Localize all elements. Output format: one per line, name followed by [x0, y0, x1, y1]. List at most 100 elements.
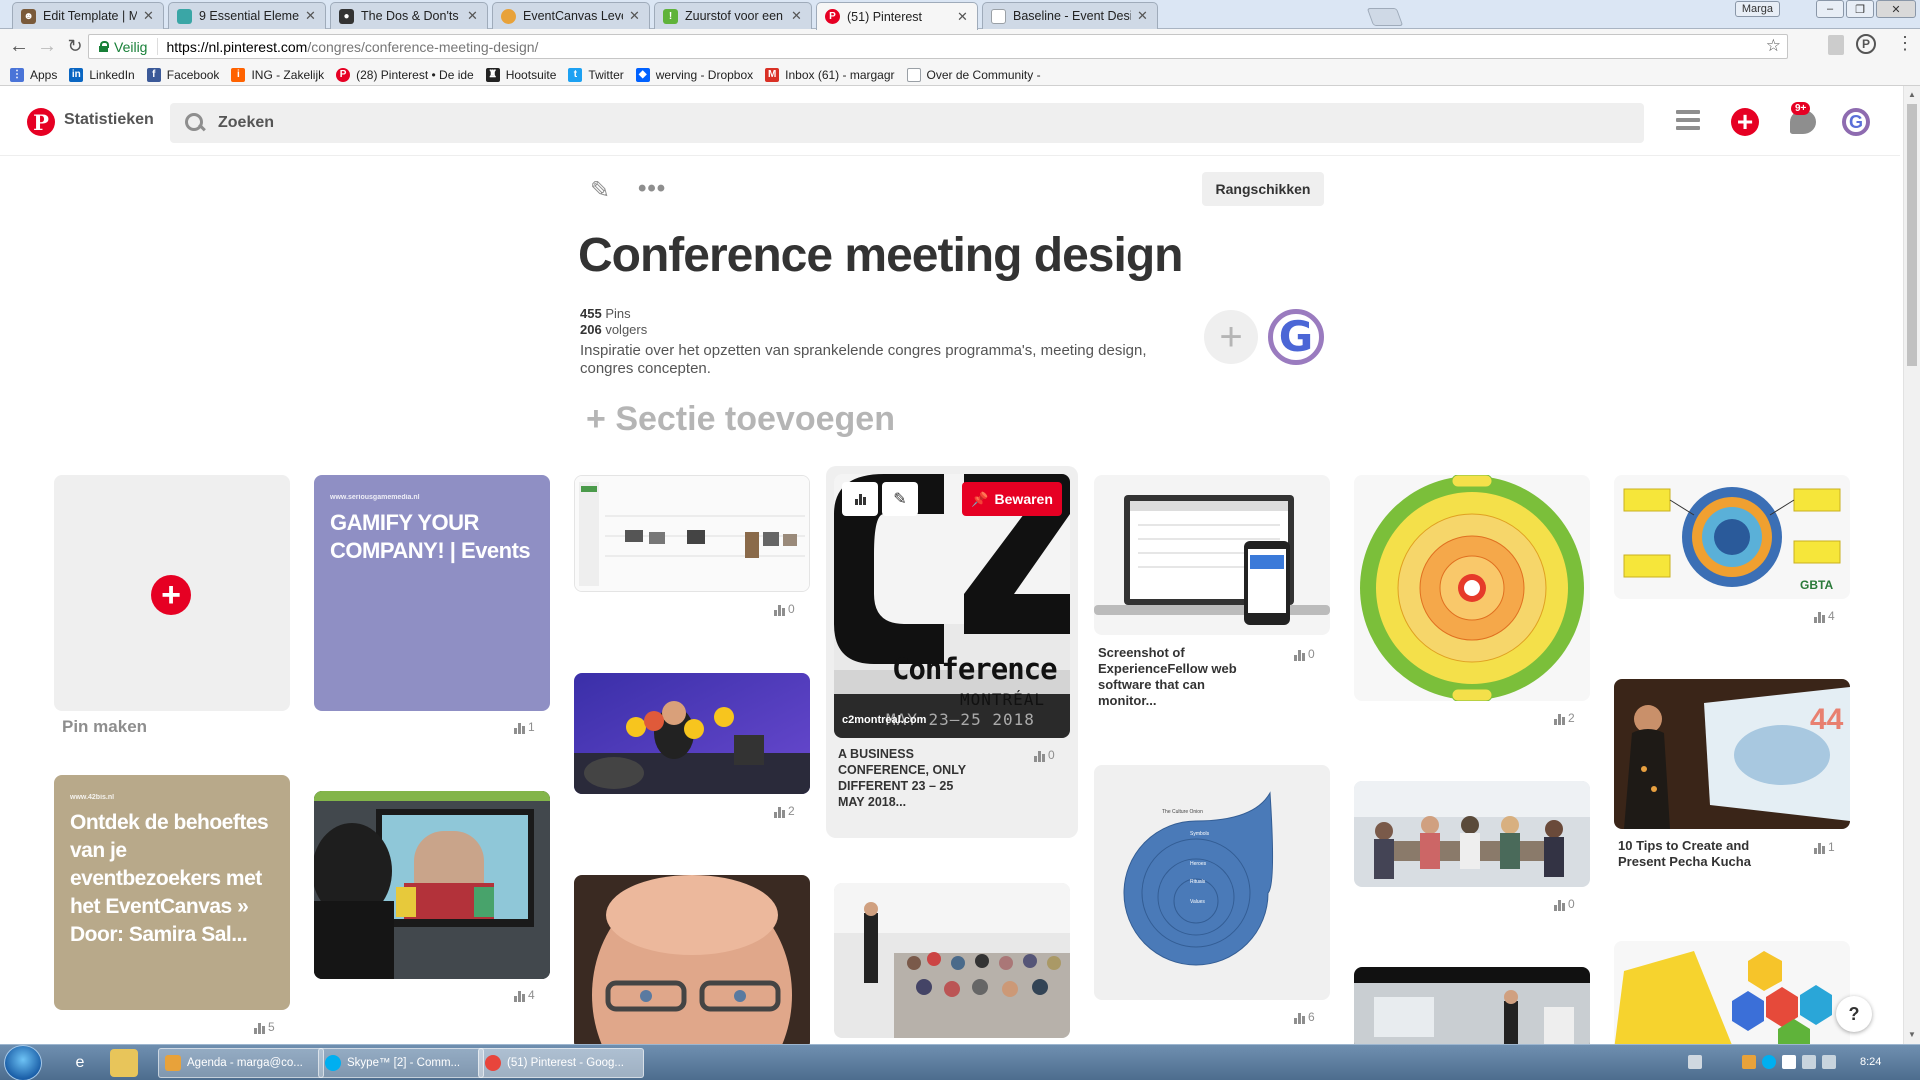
pin-design-wheel[interactable] — [1354, 475, 1590, 701]
internet-explorer-icon[interactable]: e — [66, 1049, 94, 1077]
close-icon[interactable]: ✕ — [957, 9, 969, 25]
address-bar[interactable]: Veilig https://nl.pinterest.com/congres/… — [88, 34, 1788, 59]
pin-edit-button[interactable]: ✎ — [882, 482, 918, 516]
arrange-button[interactable]: Rangschikken — [1202, 172, 1324, 206]
close-icon[interactable]: ✕ — [467, 8, 479, 24]
tray-volume-icon[interactable] — [1822, 1055, 1836, 1069]
pin-emoji-photo[interactable] — [574, 673, 810, 794]
bookmark-community[interactable]: Over de Community - — [906, 67, 1041, 82]
back-icon[interactable]: ← — [6, 34, 32, 60]
followers-count[interactable]: 206 volgers — [580, 322, 647, 337]
green-icon: ! — [663, 8, 678, 24]
save-button[interactable]: 📌 Bewaren — [962, 482, 1062, 516]
tray-skype-icon[interactable] — [1762, 1055, 1776, 1069]
pin-image — [834, 883, 1070, 1038]
pin-image — [574, 875, 810, 1050]
taskbar-task-skype[interactable]: Skype™ [2] - Comm... — [318, 1048, 484, 1078]
bookmark-facebook[interactable]: f Facebook — [146, 67, 219, 82]
chrome-menu-icon[interactable]: ⋮ — [1896, 33, 1914, 54]
pinterest-logo-icon[interactable]: P — [27, 108, 55, 136]
start-button[interactable] — [4, 1045, 42, 1080]
close-icon[interactable]: ✕ — [143, 8, 155, 24]
pins-count-value: 455 — [580, 306, 602, 321]
pin-office-photo[interactable] — [1354, 967, 1590, 1050]
pin-eventcanvas[interactable]: www.42bis.nl Ontdek de behoeftes van je … — [54, 775, 290, 1010]
security-indicator[interactable]: Veilig — [89, 38, 159, 55]
pin-pecha-kucha[interactable]: 44 — [1614, 679, 1850, 829]
taskbar-clock[interactable]: 8:24 — [1860, 1056, 1881, 1068]
close-icon[interactable]: ✕ — [305, 8, 317, 24]
forward-icon[interactable]: → — [34, 34, 60, 60]
close-window-button[interactable]: ✕ — [1876, 0, 1916, 18]
edit-board-icon[interactable]: ✎ — [590, 176, 610, 205]
bookmark-gmail[interactable]: M Inbox (61) - margagr — [765, 67, 895, 82]
bookmark-linkedin[interactable]: in LinkedIn — [69, 67, 135, 82]
tray-flag-icon[interactable] — [1782, 1055, 1796, 1069]
secure-label: Veilig — [114, 38, 148, 55]
add-icon: + — [151, 575, 191, 615]
menu-icon[interactable] — [1676, 106, 1706, 136]
add-collaborator-button[interactable]: + — [1204, 310, 1258, 364]
pin-experiencefellow[interactable] — [1094, 475, 1330, 635]
pin-gamify[interactable]: www.seriousgamemedia.nl GAMIFY YOUR COMP… — [314, 475, 550, 711]
create-pin-label[interactable]: Pin maken — [62, 717, 147, 737]
pin-meeting-photo[interactable] — [1354, 781, 1590, 887]
profile-avatar[interactable]: G — [1842, 108, 1870, 136]
browser-tab[interactable]: Baseline - Event Design C ✕ — [982, 2, 1158, 29]
pin-portrait-photo[interactable] — [574, 875, 810, 1050]
bookmark-hootsuite[interactable]: ♜ Hootsuite — [485, 67, 556, 82]
tray-network-icon[interactable] — [1802, 1055, 1816, 1069]
browser-tab[interactable]: 9 Essential Elements of Cl ✕ — [168, 2, 326, 29]
bookmark-apps[interactable]: ⋮ Apps — [10, 67, 57, 82]
task-label: Agenda - marga@co... — [187, 1057, 303, 1069]
file-explorer-icon[interactable] — [110, 1049, 138, 1077]
scroll-thumb[interactable] — [1907, 104, 1917, 366]
close-icon[interactable]: ✕ — [629, 8, 641, 24]
search-placeholder: Zoeken — [218, 114, 275, 131]
statistics-link[interactable]: Statistieken — [64, 111, 154, 129]
tray-icon[interactable] — [1688, 1055, 1702, 1069]
browser-tab[interactable]: ☻ Edit Template | MailChimp ✕ — [12, 2, 164, 29]
close-icon[interactable]: ✕ — [791, 8, 803, 24]
create-pin-card[interactable]: + — [54, 475, 290, 711]
tray-outlook-icon[interactable] — [1742, 1055, 1756, 1069]
page-scrollbar[interactable]: ▲ ▼ — [1903, 86, 1920, 1044]
tab-title: 9 Essential Elements of Cl — [199, 9, 299, 23]
pin-screen-photo[interactable] — [314, 791, 550, 979]
new-tab-button[interactable] — [1366, 8, 1404, 26]
bookmark-pinterest[interactable]: P (28) Pinterest • De ide — [336, 67, 474, 82]
browser-tab-active[interactable]: P (51) Pinterest ✕ — [816, 2, 978, 30]
add-section-button[interactable]: + Sectie toevoegen — [586, 400, 895, 439]
browser-tab[interactable]: ! Zuurstof voor een energie ✕ — [654, 2, 812, 29]
url-text[interactable]: https://nl.pinterest.com/congres/confere… — [158, 39, 538, 55]
minimize-button[interactable]: ‒ — [1816, 0, 1844, 18]
bookmark-ing[interactable]: i ING - Zakelijk — [231, 67, 324, 82]
board-owner-avatar[interactable]: G — [1268, 309, 1324, 365]
taskbar-task-chrome[interactable]: (51) Pinterest - Goog... — [478, 1048, 644, 1078]
pin-stats-button[interactable] — [842, 482, 878, 516]
profile-chip[interactable]: Marga — [1734, 1, 1780, 17]
scroll-up-icon[interactable]: ▲ — [1908, 90, 1916, 99]
search-input[interactable]: Zoeken — [170, 103, 1644, 143]
help-button[interactable]: ? — [1836, 996, 1872, 1032]
pin-hexagon-cards[interactable] — [1614, 941, 1850, 1050]
reload-icon[interactable]: ↻ — [62, 34, 88, 60]
close-icon[interactable]: ✕ — [1137, 8, 1149, 24]
browser-tab[interactable]: EventCanvas Level I Train ✕ — [492, 2, 650, 29]
pin-culture-onion[interactable]: The Culture Onion Symbols Heroes Rituals… — [1094, 765, 1330, 1000]
pinterest-extension-icon[interactable]: P — [1856, 34, 1876, 54]
browser-tab[interactable]: ● The Dos & Don'ts of Audi ✕ — [330, 2, 488, 29]
extension-icon[interactable] — [1828, 35, 1844, 55]
taskbar-task-outlook[interactable]: Agenda - marga@co... — [158, 1048, 324, 1078]
bookmark-twitter[interactable]: t Twitter — [568, 67, 624, 82]
pin-timeline[interactable] — [574, 475, 810, 592]
pin-stakeholder-model[interactable]: GBTA — [1614, 475, 1850, 599]
pin-source[interactable]: c2montreal.com — [842, 714, 926, 726]
bookmark-star-icon[interactable]: ☆ — [1766, 36, 1781, 56]
pin-workshop-photo[interactable] — [834, 883, 1070, 1038]
add-pin-icon[interactable]: + — [1731, 108, 1759, 136]
more-options-icon[interactable]: ••• — [638, 175, 666, 203]
scroll-down-icon[interactable]: ▼ — [1908, 1030, 1916, 1039]
bookmark-dropbox[interactable]: ◆ werving - Dropbox — [635, 67, 753, 82]
maximize-button[interactable]: ❐ — [1846, 0, 1874, 18]
